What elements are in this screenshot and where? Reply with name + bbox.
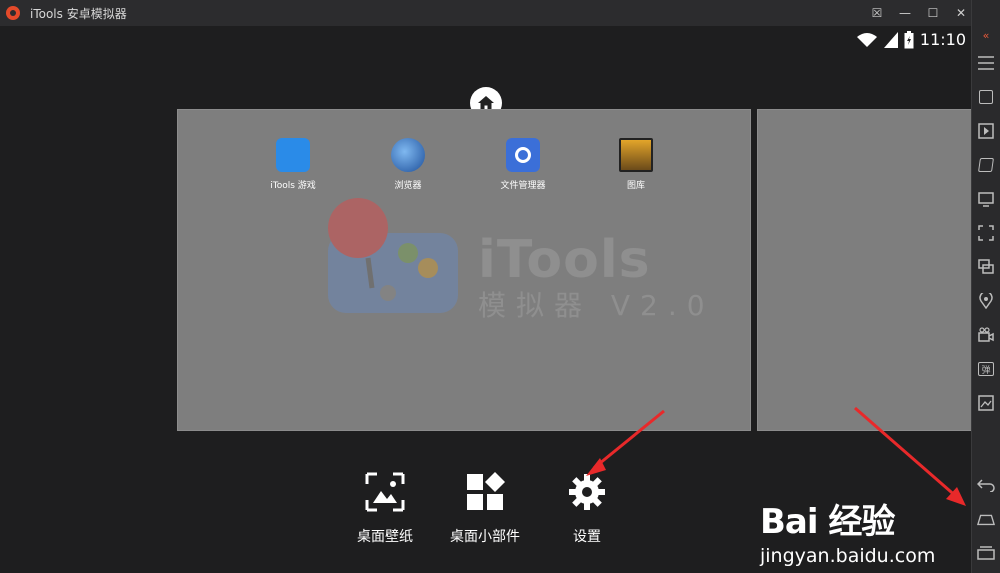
itools-games-icon: [276, 138, 310, 172]
wifi-icon: [856, 32, 877, 47]
watermark-text: iTools 模拟器 V2.0: [478, 230, 715, 324]
browser-globe-icon: [391, 138, 425, 172]
danmaku-button[interactable]: 弹: [977, 360, 995, 378]
collapse-icon: «: [982, 28, 990, 42]
menu-button[interactable]: [977, 54, 995, 72]
signal-icon: [883, 31, 898, 48]
baidu-jingyan-watermark: Bai 经验 jingyan.baidu.com: [760, 494, 935, 567]
file-manager-icon: [506, 138, 540, 172]
location-button[interactable]: [977, 292, 995, 310]
recents-icon: [977, 546, 995, 560]
baidu-brand-text: Bai 经验: [760, 502, 895, 542]
window-controls: ☒ — ☐ ✕: [870, 0, 968, 26]
minimize-button[interactable]: —: [898, 6, 912, 20]
menu-icon: [978, 56, 994, 70]
app-label: 文件管理器: [500, 181, 546, 191]
fullscreen-button[interactable]: [977, 224, 995, 242]
app-label: iTools 游戏: [270, 181, 316, 191]
camera-icon: [978, 327, 994, 342]
app-label: 图库: [626, 181, 645, 191]
screenshot-icon: [978, 395, 994, 411]
status-bar: 11:10: [856, 30, 966, 49]
fullscreen-icon: [978, 225, 994, 241]
shake-icon: [978, 158, 994, 172]
collapse-toolbar-button[interactable]: «: [977, 26, 995, 44]
back-icon: [977, 479, 995, 492]
wallpaper-button[interactable]: 桌面壁纸: [340, 472, 430, 546]
display-button[interactable]: [977, 190, 995, 208]
home-screen-preview[interactable]: iTools 模拟器 V2.0 iTools 游戏 浏览器 文件管理器 图库: [177, 109, 751, 431]
title-bar: iTools 安卓模拟器 ☒ — ☐ ✕: [0, 0, 974, 26]
camera-button[interactable]: [977, 326, 995, 344]
multi-window-icon: [978, 259, 994, 274]
widgets-icon: [467, 472, 505, 510]
back-button[interactable]: [977, 476, 995, 494]
maximize-button[interactable]: ☐: [926, 6, 940, 20]
shake-button[interactable]: [977, 156, 995, 174]
next-screen-preview[interactable]: [757, 109, 972, 431]
video-button[interactable]: [977, 122, 995, 140]
wallpaper-label: 桌面壁纸: [357, 529, 413, 545]
keyboard-icon: [979, 90, 993, 104]
close-button[interactable]: ✕: [954, 6, 968, 20]
gear-icon: [569, 474, 605, 510]
app-itools-games[interactable]: iTools 游戏: [257, 138, 329, 191]
baidu-url-text: jingyan.baidu.com: [760, 545, 936, 567]
display-icon: [978, 192, 994, 207]
feedback-button[interactable]: ☒: [870, 6, 884, 20]
battery-icon: [904, 30, 914, 48]
widgets-label: 桌面小部件: [450, 529, 520, 545]
app-file-manager[interactable]: 文件管理器: [487, 138, 559, 191]
app-label: 浏览器: [394, 181, 422, 191]
watermark-title: iTools: [478, 230, 651, 290]
wallpaper-icon: [365, 472, 405, 512]
danmaku-icon: 弹: [978, 362, 994, 376]
window-title: iTools 安卓模拟器: [30, 6, 127, 21]
emulator-screen: 11:10 iTools 模拟器 V2.0 iTools 游戏 浏览器 文件管理…: [0, 26, 972, 573]
status-time: 11:10: [919, 30, 966, 49]
screenshot-button[interactable]: [977, 394, 995, 412]
video-icon: [978, 123, 994, 139]
settings-label: 设置: [573, 529, 601, 545]
itools-logo-icon: [6, 6, 20, 20]
recents-button[interactable]: [977, 544, 995, 562]
home-icon: [977, 514, 995, 526]
multi-window-button[interactable]: [977, 258, 995, 276]
keyboard-button[interactable]: [977, 88, 995, 106]
itools-watermark-graphic: [328, 198, 458, 313]
app-browser[interactable]: 浏览器: [372, 138, 444, 191]
widgets-button[interactable]: 桌面小部件: [440, 472, 530, 546]
right-toolbar: « 弹: [971, 0, 1000, 573]
settings-button[interactable]: 设置: [542, 472, 632, 546]
home-button[interactable]: [977, 510, 995, 528]
app-gallery[interactable]: 图库: [600, 138, 672, 191]
gallery-icon: [619, 138, 653, 172]
watermark-subtitle: 模拟器 V2.0: [478, 289, 715, 322]
danmaku-label: 弹: [981, 365, 991, 376]
location-icon: [979, 293, 993, 309]
